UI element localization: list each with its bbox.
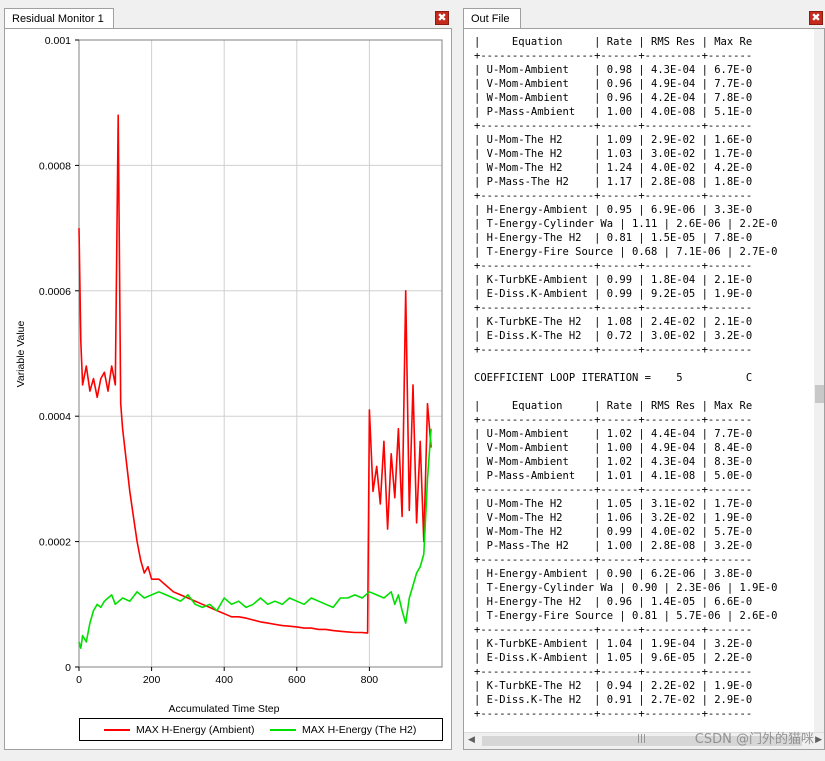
out-file-line: | H-Energy-The H2 | 0.81 | 1.5E-05 | 7.8…	[474, 232, 753, 244]
out-file-line: +------------------+------+---------+---…	[474, 50, 753, 62]
out-file-line: | K-TurbKE-Ambient | 0.99 | 1.8E-04 | 2.…	[474, 274, 753, 286]
x-axis-label: Accumulated Time Step	[169, 703, 280, 715]
out-file-text: | Equation | Rate | RMS Res | Max Re +---…	[474, 35, 777, 721]
watermark: CSDN @门外的猫咪	[694, 732, 814, 747]
out-file-line: +------------------+------+---------+---…	[474, 484, 753, 496]
x-tick-label: 200	[143, 674, 161, 686]
y-tick-label: 0.0002	[39, 537, 71, 549]
x-tick-label: 800	[361, 674, 379, 686]
legend-item-h2: MAX H-Energy (The H2)	[270, 724, 416, 736]
out-file-line: | Equation | Rate | RMS Res | Max Re	[474, 400, 753, 412]
out-file-line: | K-TurbKE-The H2 | 1.08 | 2.4E-02 | 2.1…	[474, 316, 753, 328]
y-tick-label: 0.0004	[39, 411, 71, 423]
plot-frame	[78, 39, 443, 668]
x-tick-label: 0	[76, 674, 82, 686]
out-file-line	[474, 357, 777, 371]
tab-out-file-label: Out File	[471, 13, 510, 25]
out-file-line: | U-Mom-Ambient | 1.02 | 4.4E-04 | 7.7E-…	[474, 428, 753, 440]
out-file-line: +------------------+------+---------+---…	[474, 302, 753, 314]
scroll-left-icon[interactable]: ◀	[468, 735, 475, 745]
out-file-line: | V-Mom-Ambient | 1.00 | 4.9E-04 | 8.4E-…	[474, 442, 753, 454]
vertical-scrollbar-thumb[interactable]	[815, 385, 824, 403]
y-tick-label: 0.0008	[39, 160, 71, 172]
out-file-line: | U-Mom-Ambient | 0.98 | 4.3E-04 | 6.7E-…	[474, 64, 753, 76]
series-line-h2	[78, 428, 432, 650]
tab-out-file[interactable]: Out File	[463, 8, 521, 29]
legend-label-h2: MAX H-Energy (The H2)	[302, 724, 417, 736]
out-file-line: | H-Energy-Ambient | 0.95 | 6.9E-06 | 3.…	[474, 204, 753, 216]
out-file-line: | K-TurbKE-The H2 | 0.94 | 2.2E-02 | 1.9…	[474, 680, 753, 692]
out-file-line: +------------------+------+---------+---…	[474, 260, 753, 272]
series-line-ambient	[78, 114, 432, 634]
out-file-line: | E-Diss.K-Ambient | 1.05 | 9.6E-05 | 2.…	[474, 652, 753, 664]
chart-grid	[78, 39, 442, 668]
out-file-line: | W-Mom-Ambient | 0.96 | 4.2E-04 | 7.8E-…	[474, 92, 753, 104]
out-file-line	[474, 385, 777, 399]
x-tick-label: 400	[215, 674, 233, 686]
residual-chart: 0 200 400 600 800 0 0.0002 0.0004 0.0006 0.0008 0.…	[15, 35, 443, 715]
out-file-line: | Equation | Rate | RMS Res | Max Re	[474, 36, 753, 48]
out-file-line: | P-Mass-Ambient | 1.00 | 4.0E-08 | 5.1E…	[474, 106, 753, 118]
x-tick-label: 600	[288, 674, 306, 686]
out-file-line: | U-Mom-The H2 | 1.09 | 2.9E-02 | 1.6E-0	[474, 134, 753, 146]
y-tick-label: 0.001	[45, 35, 71, 47]
out-file-line: | V-Mom-Ambient | 0.96 | 4.9E-04 | 7.7E-…	[474, 78, 753, 90]
out-file-line: | W-Mom-The H2 | 0.99 | 4.0E-02 | 5.7E-0	[474, 526, 753, 538]
out-file-line: +------------------+------+---------+---…	[474, 120, 753, 132]
chart-legend: MAX H-Energy (Ambient) MAX H-Energy (The…	[79, 718, 443, 741]
out-file-line: | W-Mom-Ambient | 1.02 | 4.3E-04 | 8.3E-…	[474, 456, 753, 468]
legend-swatch-h2	[270, 729, 296, 731]
out-file-line: | V-Mom-The H2 | 1.03 | 3.0E-02 | 1.7E-0	[474, 148, 753, 160]
legend-item-ambient: MAX H-Energy (Ambient)	[104, 724, 254, 736]
out-file-line: | P-Mass-The H2 | 1.00 | 2.8E-08 | 3.2E-…	[474, 540, 753, 552]
out-file-line: | H-Energy-Ambient | 0.90 | 6.2E-06 | 3.…	[474, 568, 753, 580]
scroll-right-icon[interactable]: ▶	[815, 735, 822, 745]
legend-swatch-ambient	[104, 729, 130, 731]
out-file-line: | E-Diss.K-The H2 | 0.91 | 2.7E-02 | 2.9…	[474, 694, 753, 706]
vertical-scrollbar[interactable]	[814, 29, 824, 733]
out-file-line: | W-Mom-The H2 | 1.24 | 4.0E-02 | 4.2E-0	[474, 162, 753, 174]
out-file-line: | T-Energy-Cylinder Wa | 0.90 | 2.3E-06 …	[474, 582, 778, 594]
out-file-line: COEFFICIENT LOOP ITERATION = 5 C	[474, 372, 753, 384]
legend-label-ambient: MAX H-Energy (Ambient)	[136, 724, 255, 736]
out-file-line: | E-Diss.K-The H2 | 0.72 | 3.0E-02 | 3.2…	[474, 330, 753, 342]
y-tick-label: 0.0006	[39, 286, 71, 298]
out-file-line: | T-Energy-Cylinder Wa | 1.11 | 2.6E-06 …	[474, 218, 778, 230]
out-file-panel: | Equation | Rate | RMS Res | Max Re +---…	[463, 28, 825, 750]
tab-residual-monitor[interactable]: Residual Monitor 1	[4, 8, 114, 29]
chart-axes	[78, 39, 443, 668]
out-file-line: | H-Energy-The H2 | 0.96 | 1.4E-05 | 6.6…	[474, 596, 753, 608]
y-tick-label: 0	[65, 662, 71, 674]
out-file-line: | T-Energy-Fire Source | 0.68 | 7.1E-06 …	[474, 246, 778, 258]
out-file-line: | E-Diss.K-Ambient | 0.99 | 9.2E-05 | 1.…	[474, 288, 753, 300]
out-file-line: +------------------+------+---------+---…	[474, 190, 753, 202]
out-file-line: | P-Mass-The H2 | 1.17 | 2.8E-08 | 1.8E-…	[474, 176, 753, 188]
residual-monitor-panel: 0 200 400 600 800 0 0.0002 0.0004 0.0006 0.0008 0.…	[4, 28, 452, 750]
tab-residual-monitor-label: Residual Monitor 1	[12, 13, 104, 25]
residual-close-icon[interactable]: ✖	[435, 11, 449, 25]
out-file-line: | K-TurbKE-Ambient | 1.04 | 1.9E-04 | 3.…	[474, 638, 753, 650]
outfile-close-icon[interactable]: ✖	[809, 11, 823, 25]
out-file-line: | U-Mom-The H2 | 1.05 | 3.1E-02 | 1.7E-0	[474, 498, 753, 510]
out-file-line: +------------------+------+---------+---…	[474, 414, 753, 426]
out-file-line: +------------------+------+---------+---…	[474, 624, 753, 636]
out-file-line: +------------------+------+---------+---…	[474, 554, 753, 566]
chart-series	[78, 114, 432, 650]
out-file-line: +------------------+------+---------+---…	[474, 666, 753, 678]
out-file-line: | V-Mom-The H2 | 1.06 | 3.2E-02 | 1.9E-0	[474, 512, 753, 524]
out-file-line: +------------------+------+---------+---…	[474, 344, 753, 356]
out-file-line: +------------------+------+---------+---…	[474, 708, 753, 720]
scroll-grip-icon: |||	[637, 734, 647, 744]
out-file-line: | T-Energy-Fire Source | 0.81 | 5.7E-06 …	[474, 610, 778, 622]
chart-ticks: 0 200 400 600 800 0 0.0002 0.0004 0.0006 0.0008 0.…	[39, 35, 378, 686]
out-file-line: | P-Mass-Ambient | 1.01 | 4.1E-08 | 5.0E…	[474, 470, 753, 482]
y-axis-label: Variable Value	[15, 320, 27, 387]
